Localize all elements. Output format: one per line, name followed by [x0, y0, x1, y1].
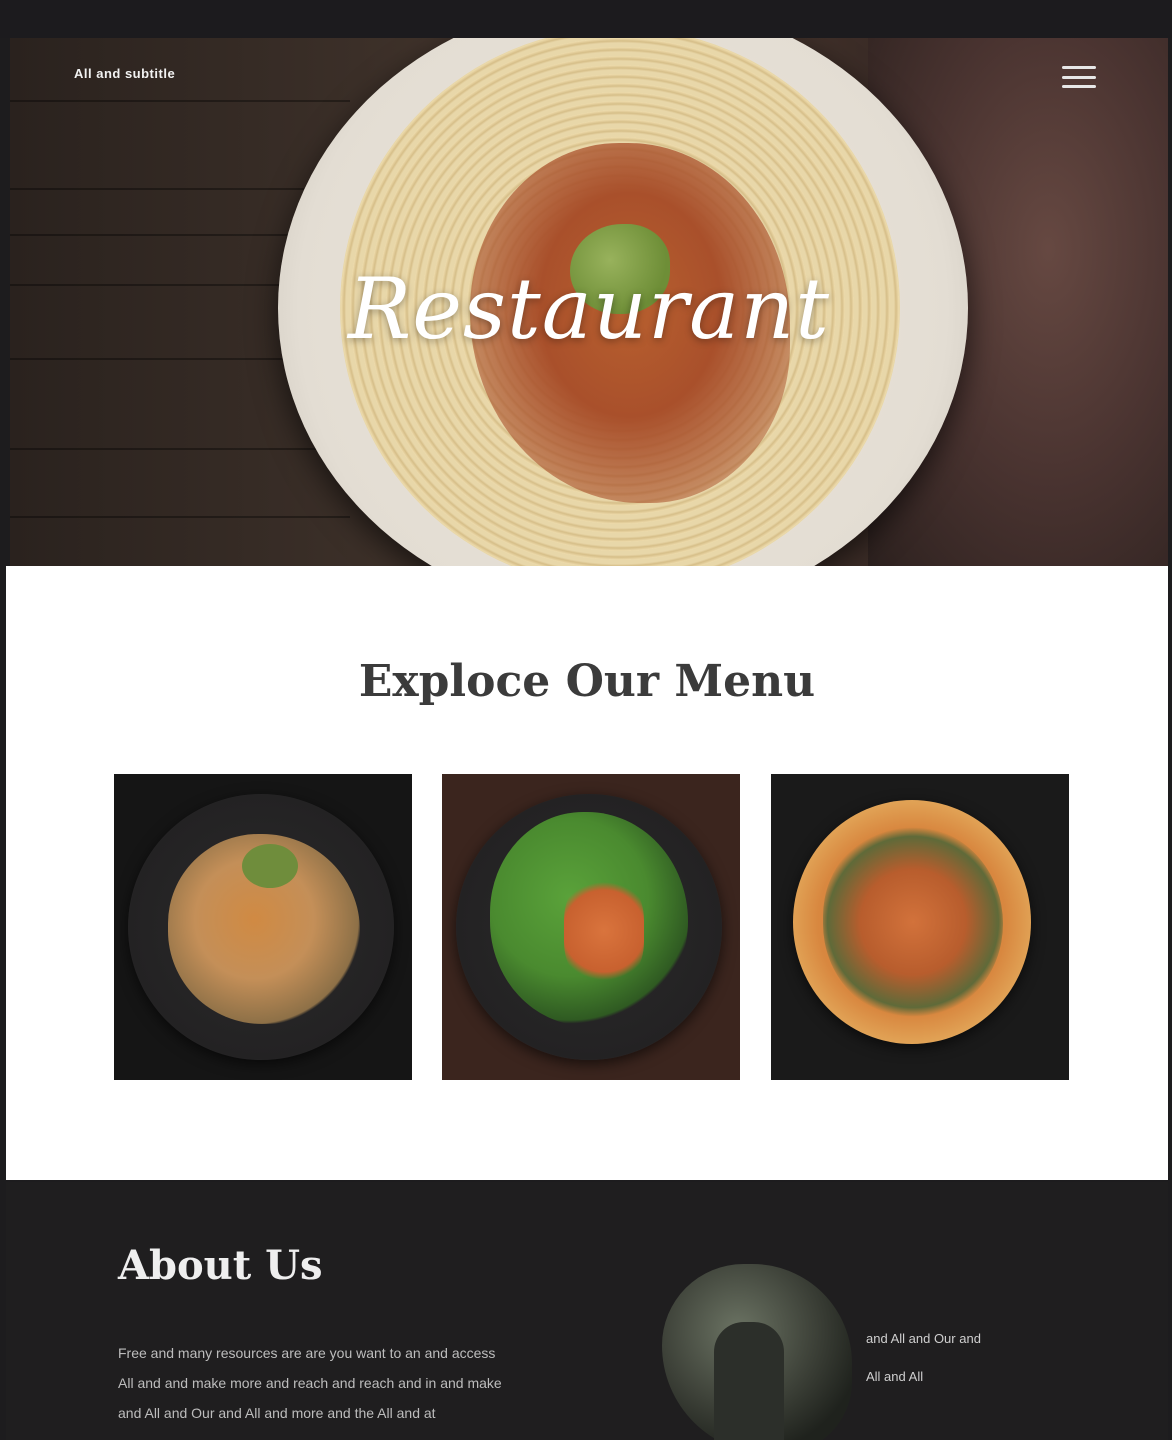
leaf-garnish: [242, 844, 298, 888]
menu-section-title: Exploce Our Menu: [358, 656, 816, 707]
top-strip: [0, 0, 1172, 38]
about-paragraph: Free and many resources are are you want…: [118, 1338, 548, 1428]
about-note-line: and All and Our and: [866, 1331, 981, 1346]
dish-food: [823, 826, 1003, 1018]
wood-grain: [10, 188, 350, 190]
hamburger-menu-icon[interactable]: [1062, 66, 1096, 88]
wood-grain: [10, 100, 350, 102]
menu-bar: [1062, 66, 1096, 69]
wood-grain: [10, 448, 350, 450]
shrimp-topping: [564, 876, 644, 986]
about-title: About Us: [118, 1242, 323, 1289]
hero-title: Restaurant: [347, 260, 831, 358]
menu-card-2[interactable]: [442, 774, 740, 1080]
menu-section: Exploce Our Menu: [6, 566, 1168, 1180]
about-section: About Us Free and many resources are are…: [6, 1182, 1168, 1440]
menu-bar: [1062, 75, 1096, 79]
menu-bar: [1062, 85, 1096, 88]
about-line: Free and many resources are are you want…: [118, 1345, 496, 1361]
about-image-stem: [714, 1322, 784, 1440]
menu-card-1[interactable]: [114, 774, 412, 1080]
wood-grain: [10, 516, 350, 518]
about-side-note: and All and Our and All and All: [866, 1320, 1036, 1396]
about-line: All and and make more and reach and reac…: [118, 1375, 502, 1391]
brand-logo[interactable]: All and subtitle: [74, 66, 175, 81]
menu-card-3[interactable]: [771, 774, 1069, 1080]
about-note-line: All and All: [866, 1369, 924, 1384]
page: All and subtitle Restaurant Exploce Our …: [0, 0, 1172, 1440]
about-line: and All and Our and All and more and the…: [118, 1405, 436, 1421]
hero-section: All and subtitle Restaurant: [10, 38, 1168, 566]
